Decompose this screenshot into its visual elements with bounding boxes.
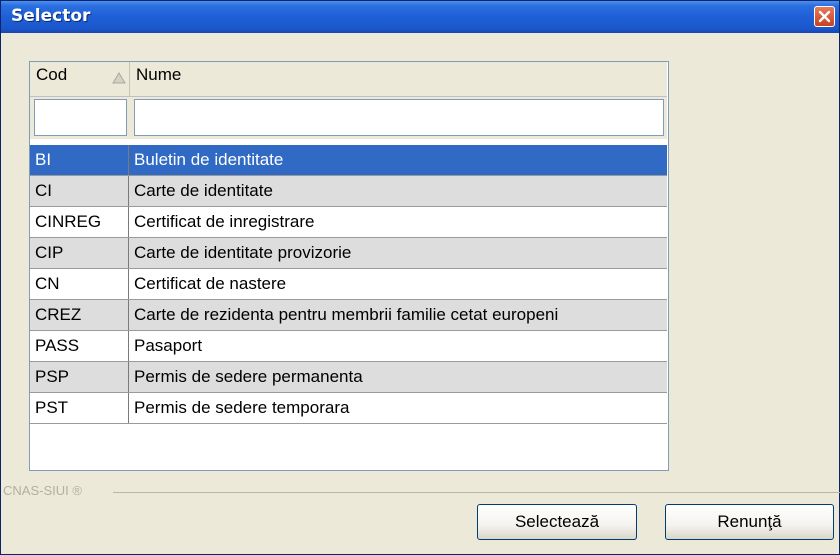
filter-nume-input[interactable] [134, 99, 664, 136]
cell-nume: Permis de sedere permanenta [134, 367, 363, 386]
table-row[interactable]: PSP Permis de sedere permanenta [30, 362, 667, 393]
table-row[interactable]: PST Permis de sedere temporara [30, 393, 667, 424]
select-button[interactable]: Selectează [477, 504, 637, 540]
cell-cod: CREZ [30, 300, 129, 330]
cell-cod: BI [30, 145, 129, 175]
column-header-nume[interactable]: Nume [130, 62, 667, 96]
table-row[interactable]: PASS Pasaport [30, 331, 667, 362]
cell-cod: CINREG [30, 207, 129, 237]
cell-cod: CI [30, 176, 129, 206]
table-row[interactable]: CINREG Certificat de inregistrare [30, 207, 667, 238]
column-header-nume-label: Nume [136, 65, 182, 84]
cell-cod: PSP [30, 362, 129, 392]
column-header-cod-label: Cod [36, 65, 68, 84]
sort-ascending-icon [112, 72, 126, 84]
footer-divider [113, 492, 840, 493]
cancel-button[interactable]: Renunţă [665, 504, 834, 540]
cell-cod: PST [30, 393, 129, 423]
table-row[interactable]: BI Buletin de identitate [30, 145, 667, 176]
cell-nume: Buletin de identitate [134, 150, 284, 169]
column-header-cod[interactable]: Cod [30, 62, 130, 96]
cell-cod: CIP [30, 238, 129, 268]
window-title: Selector [11, 6, 91, 26]
table-row[interactable]: CI Carte de identitate [30, 176, 667, 207]
table-row[interactable]: CN Certificat de nastere [30, 269, 667, 300]
cell-nume: Permis de sedere temporara [134, 398, 350, 417]
cell-nume: Carte de identitate provizorie [134, 243, 352, 262]
filter-row [30, 97, 667, 139]
cell-nume: Certificat de nastere [134, 274, 287, 293]
footer-brand: CNAS-SIUI ® [3, 483, 82, 498]
selector-grid: Cod Nume BI Buletin de identitate CI Car… [29, 61, 669, 471]
close-icon [818, 10, 831, 23]
close-button[interactable] [814, 6, 835, 27]
cell-nume: Carte de rezidenta pentru membrii famili… [134, 305, 559, 324]
cell-nume: Certificat de inregistrare [134, 212, 315, 231]
grid-rows: BI Buletin de identitate CI Carte de ide… [30, 145, 667, 424]
grid-header: Cod Nume [30, 62, 667, 97]
cell-cod: CN [30, 269, 129, 299]
table-row[interactable]: CREZ Carte de rezidenta pentru membrii f… [30, 300, 667, 331]
cell-nume: Pasaport [134, 336, 203, 355]
selector-window: Selector Cod Nume BI Buletin de identita… [0, 0, 840, 555]
cell-nume: Carte de identitate [134, 181, 273, 200]
cell-cod: PASS [30, 331, 129, 361]
table-row[interactable]: CIP Carte de identitate provizorie [30, 238, 667, 269]
filter-cod-input[interactable] [34, 99, 127, 136]
title-bar[interactable]: Selector [1, 1, 839, 33]
